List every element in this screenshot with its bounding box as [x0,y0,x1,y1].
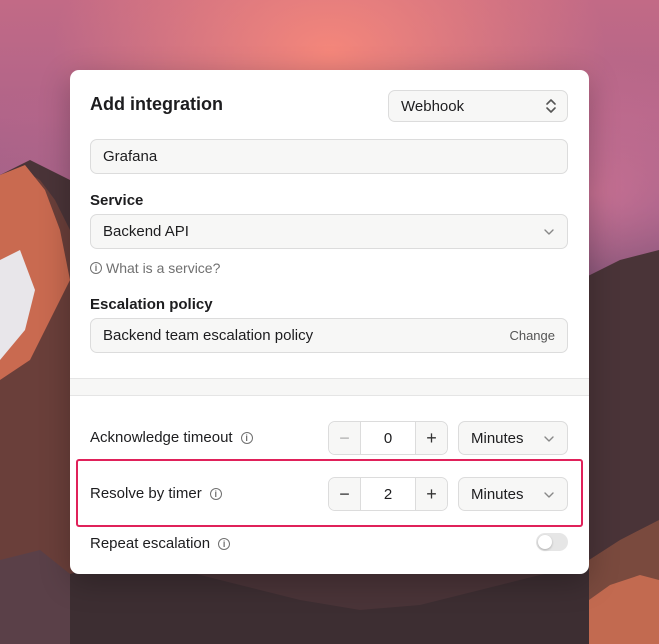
ack-timeout-value[interactable]: 0 [361,422,415,454]
dialog-title: Add integration [90,94,223,114]
service-value: Backend API [103,223,189,240]
integration-name-value: Grafana [103,148,158,165]
escalation-policy-field: Backend team escalation policy Change [90,318,568,353]
service-label: Service [90,192,144,209]
change-escalation-button[interactable]: Change [509,328,555,343]
info-icon[interactable]: i [218,537,231,550]
repeat-escalation-label: Repeat escalation i [90,535,231,552]
toggle-knob [538,535,552,549]
service-help-text: What is a service? [106,260,221,276]
ack-timeout-label-text: Acknowledge timeout [90,429,233,446]
ack-timeout-increment-button[interactable]: + [415,422,447,454]
ack-timeout-label: Acknowledge timeout i [90,429,253,446]
chevron-down-icon [544,229,554,235]
resolve-timer-highlight [76,459,583,527]
ack-timeout-decrement-button[interactable]: − [329,422,361,454]
ack-timeout-stepper: − 0 + [328,421,448,455]
integration-type-select[interactable]: Webhook [388,90,568,122]
ack-timeout-unit-value: Minutes [471,429,524,447]
service-help-link[interactable]: i What is a service? [90,260,220,276]
service-select[interactable]: Backend API [90,214,568,249]
integration-name-input[interactable]: Grafana [90,139,568,174]
chevron-up-down-icon [546,99,556,113]
integration-type-value: Webhook [401,97,465,115]
chevron-down-icon [544,436,554,442]
ack-timeout-unit-select[interactable]: Minutes [458,421,568,455]
section-divider [70,378,589,396]
info-icon: i [90,262,102,274]
repeat-escalation-label-text: Repeat escalation [90,535,211,552]
repeat-escalation-toggle[interactable] [536,533,568,551]
info-icon[interactable]: i [240,431,253,444]
escalation-policy-value: Backend team escalation policy [103,327,314,344]
escalation-policy-label: Escalation policy [90,296,213,313]
